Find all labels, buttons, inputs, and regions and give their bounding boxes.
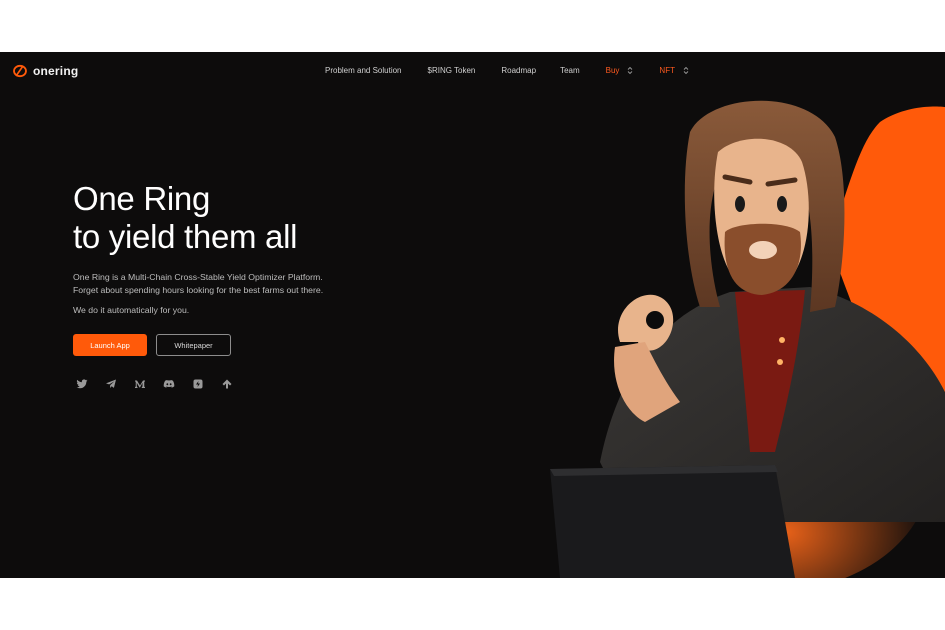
nav-buy-label: Buy (605, 66, 620, 75)
telegram-icon[interactable] (104, 377, 117, 390)
discord-icon[interactable] (162, 377, 175, 390)
logo[interactable]: onering (12, 64, 78, 78)
hero-description-line1: One Ring is a Multi-Chain Cross-Stable Y… (73, 272, 323, 282)
logo-ring-icon (13, 64, 27, 78)
whitepaper-button[interactable]: Whitepaper (156, 334, 231, 356)
launch-app-button[interactable]: Launch App (73, 334, 147, 356)
hero-title-line2: to yield them all (73, 218, 298, 255)
nav-team[interactable]: Team (560, 66, 580, 75)
gitbook-icon[interactable] (220, 377, 233, 390)
hero-character-illustration (550, 100, 945, 578)
nav-roadmap[interactable]: Roadmap (501, 66, 536, 75)
chevron-updown-icon (628, 66, 633, 75)
nav-nft-label: NFT (659, 66, 675, 75)
hero-title-line1: One Ring (73, 180, 211, 217)
hero-tagline: We do it automatically for you. (73, 305, 190, 315)
top-nav: onering Problem and Solution $RING Token… (0, 52, 945, 90)
chevron-updown-icon (683, 66, 689, 75)
nav-links: Problem and Solution $RING Token Roadmap… (325, 66, 689, 75)
app-screen: onering Problem and Solution $RING Token… (0, 52, 945, 578)
social-links (75, 377, 233, 390)
nav-nft-dropdown[interactable]: NFT (659, 66, 689, 75)
medium-icon[interactable] (133, 377, 146, 390)
hero-title: One Ring to yield them all (73, 180, 297, 256)
nav-buy-dropdown[interactable]: Buy (606, 66, 634, 75)
twitter-icon[interactable] (75, 377, 88, 390)
snapshot-icon[interactable] (191, 377, 204, 390)
nav-problem-solution[interactable]: Problem and Solution (325, 66, 402, 75)
logo-text: onering (33, 64, 79, 78)
nav-ring-token[interactable]: $RING Token (428, 66, 476, 75)
hero-description: One Ring is a Multi-Chain Cross-Stable Y… (73, 271, 323, 297)
hero-description-line2: Forget about spending hours looking for … (73, 285, 324, 295)
